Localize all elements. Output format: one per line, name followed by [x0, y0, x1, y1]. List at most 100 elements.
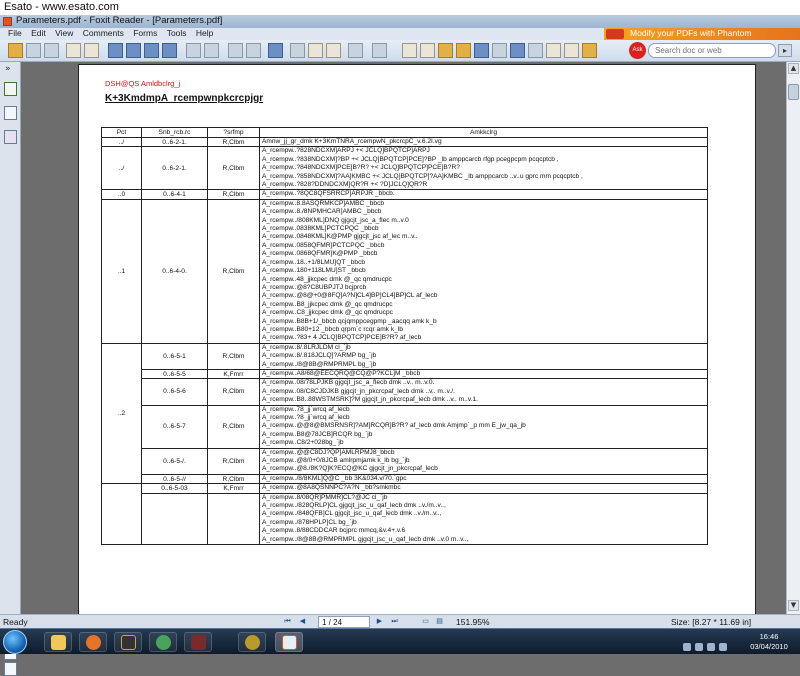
redo-icon[interactable]: [246, 43, 261, 58]
description-line: A_rcempw..@8?C8UBPJTJ bcjprcb: [262, 283, 367, 291]
comments-panel-icon[interactable]: [4, 662, 17, 676]
menu-file[interactable]: File: [8, 28, 22, 38]
page-number-field[interactable]: 1 / 24: [318, 616, 370, 628]
description-line: A_rcempw../8@8B@RMPRMPL gjgcjt_jsc_u_qaf…: [262, 535, 469, 543]
taskbar-network-icon[interactable]: [149, 632, 177, 652]
phantom-promo-banner[interactable]: Modify your PDFs with Phantom: [604, 28, 800, 40]
column-header: ?srfmp: [207, 127, 260, 138]
save-icon[interactable]: [26, 43, 41, 58]
next-page-nav-icon[interactable]: ▶: [374, 617, 385, 627]
menu-comments[interactable]: Comments: [83, 28, 124, 38]
snapshot-icon[interactable]: [438, 43, 453, 58]
scroll-thumb[interactable]: [788, 84, 799, 100]
first-page-icon[interactable]: [108, 43, 123, 58]
taskbar-firefox-icon[interactable]: [79, 632, 107, 652]
description-line: A_rcempw..?8_jj`wrcq af_lecb: [262, 414, 350, 421]
expand-panel-icon[interactable]: »: [5, 64, 11, 74]
taskbar-explorer-icon[interactable]: [44, 632, 72, 652]
document-viewport[interactable]: DSH@QS Amldbclrg_j K+3KmdmpA_rcempwnpkcr…: [22, 62, 786, 614]
single-page-view-icon[interactable]: ▭: [420, 617, 431, 627]
rectangle-icon[interactable]: [546, 43, 561, 58]
description-line: A_rcempw..8.8ASQRMKCP]AMBC _bbcb: [262, 199, 385, 207]
menu-help[interactable]: Help: [196, 28, 213, 38]
print-icon[interactable]: [44, 43, 59, 58]
taskbar-player-icon[interactable]: [184, 632, 212, 652]
description-line: A_rcempw..?83+ 4 JCLQ]BPQTCP]PCE]B?R? af…: [262, 334, 422, 342]
zoom-out-icon[interactable]: [348, 43, 363, 58]
description-line: A_rcempw..B8_jjkcpec dmk @_qc qmdrucpc: [262, 300, 393, 308]
description-cell: A_rcempw..08/78LPJKB gjgcjt_jsc_a_flecb …: [259, 378, 708, 406]
scroll-down-icon[interactable]: ▼: [788, 600, 799, 611]
menu-view[interactable]: View: [55, 28, 73, 38]
description-line: A_rcempw..B8..88WSTMSRK]?M gjgcjt_jn_pkc…: [262, 396, 478, 404]
taskbar-tool-icon[interactable]: [238, 632, 266, 652]
menu-tools[interactable]: Tools: [167, 28, 187, 38]
last-page-icon[interactable]: [162, 43, 177, 58]
pages-panel-icon[interactable]: [4, 82, 17, 96]
description-line: A_rcempw../848QFB]CL gjgcjt_jsc_u_qaf_le…: [262, 510, 442, 518]
pct-cell: ../: [101, 136, 142, 148]
bookmarks-panel-icon[interactable]: [4, 106, 17, 120]
description-line: A_rcempw..?828NDCXM]ARPJ +< JCLQ]BPQTCP]…: [262, 147, 430, 155]
description-line: A_rcempw..8./8NPMHCAR]AMBC _bbcb: [262, 208, 382, 216]
table-row: 0..6-5-//R,Clbm A_rcempw../8/8KML]Q@C _bb…: [102, 473, 708, 485]
fit-page-icon[interactable]: [326, 43, 341, 58]
zoom-level[interactable]: 151.95%: [456, 617, 490, 627]
actual-size-icon[interactable]: [308, 43, 323, 58]
format-cell: R,Clbm: [207, 189, 260, 200]
email-icon[interactable]: [66, 43, 81, 58]
description-line: A_rcempw..B80+12 _bbcb qrpm`c rcqr amk k…: [262, 325, 403, 333]
previous-page-icon[interactable]: [126, 43, 141, 58]
zoom-plus-icon[interactable]: [372, 43, 387, 58]
description-line: A_rcempw..?828?DDNDCXM]QR?R +< ?D]JCLQ]Q…: [262, 181, 428, 189]
text-box-icon[interactable]: [564, 43, 579, 58]
layers-panel-icon[interactable]: [4, 130, 17, 144]
hand-tool-icon[interactable]: [402, 43, 417, 58]
search-input[interactable]: [648, 43, 776, 58]
main-toolbar: Ask ▸: [0, 40, 800, 62]
foxit-app-icon: [3, 17, 12, 26]
menu-forms[interactable]: Forms: [133, 28, 157, 38]
typewriter-icon[interactable]: [474, 43, 489, 58]
stamp-icon[interactable]: [582, 43, 597, 58]
pdf-page: DSH@QS Amldbclrg_j K+3KmdmpA_rcempwnpkcr…: [78, 64, 756, 614]
taskbar-foxit-icon[interactable]: [275, 632, 303, 652]
document-title: DSH@QS Amldbclrg_j: [105, 79, 181, 88]
description-line: A_rcempw../8/8KML]Q@C _bb 3K&034.v/70.`g…: [262, 474, 407, 482]
ask-logo-icon[interactable]: Ask: [629, 42, 646, 59]
next-page-icon[interactable]: [144, 43, 159, 58]
taskbar-media-icon[interactable]: [114, 632, 142, 652]
description-line: A_rcempw..?8QC8QFSRRCP]ARPJR _bbcb.: [262, 190, 395, 198]
system-clock[interactable]: 16:46 03/04/2010: [744, 632, 794, 652]
back-arrow-icon[interactable]: [186, 43, 201, 58]
code-cell: 0..6-5-03: [141, 483, 208, 494]
continuous-view-icon[interactable]: ▤: [434, 617, 445, 627]
zoom-in-icon[interactable]: [268, 43, 283, 58]
select-text-icon[interactable]: [420, 43, 435, 58]
last-page-nav-icon[interactable]: ⏭: [389, 617, 400, 627]
open-folder-icon[interactable]: [8, 43, 23, 58]
table-row: 0..6-5-7 R,Clbm A_rcempw..78_jj`wrcq af_le…: [102, 404, 708, 449]
link-icon[interactable]: [510, 43, 525, 58]
search-go-icon[interactable]: ▸: [778, 44, 792, 57]
vertical-scrollbar[interactable]: ▲ ▼: [786, 62, 800, 614]
start-button-icon[interactable]: [3, 630, 27, 654]
window-title-bar[interactable]: Parameters.pdf - Foxit Reader - [Paramet…: [0, 15, 800, 28]
pct-cell: [101, 483, 142, 546]
system-tray-icons[interactable]: [683, 636, 739, 651]
forward-arrow-icon[interactable]: [204, 43, 219, 58]
undo-icon[interactable]: [228, 43, 243, 58]
description-line: A_rcempw../808KML]DNQ gjgcjt_jsc_a_flec …: [262, 216, 409, 224]
first-page-nav-icon[interactable]: ⏮: [282, 617, 293, 627]
rotate-icon[interactable]: [290, 43, 305, 58]
prev-page-nav-icon[interactable]: ◀: [297, 617, 308, 627]
browser-title-bar: Esato - www.esato.com: [0, 0, 800, 15]
note-icon[interactable]: [456, 43, 471, 58]
description-line: A_rcempw..0858QFMR]PCTCPQC _bbcb: [262, 241, 385, 249]
find-icon[interactable]: [84, 43, 99, 58]
pencil-icon[interactable]: [528, 43, 543, 58]
highlight-icon[interactable]: [492, 43, 507, 58]
scroll-up-icon[interactable]: ▲: [788, 63, 799, 74]
menu-edit[interactable]: Edit: [31, 28, 46, 38]
description-line: A_rcempw..B8B+1/_bbcb qcjqmppcegpmp _aac…: [262, 317, 437, 325]
